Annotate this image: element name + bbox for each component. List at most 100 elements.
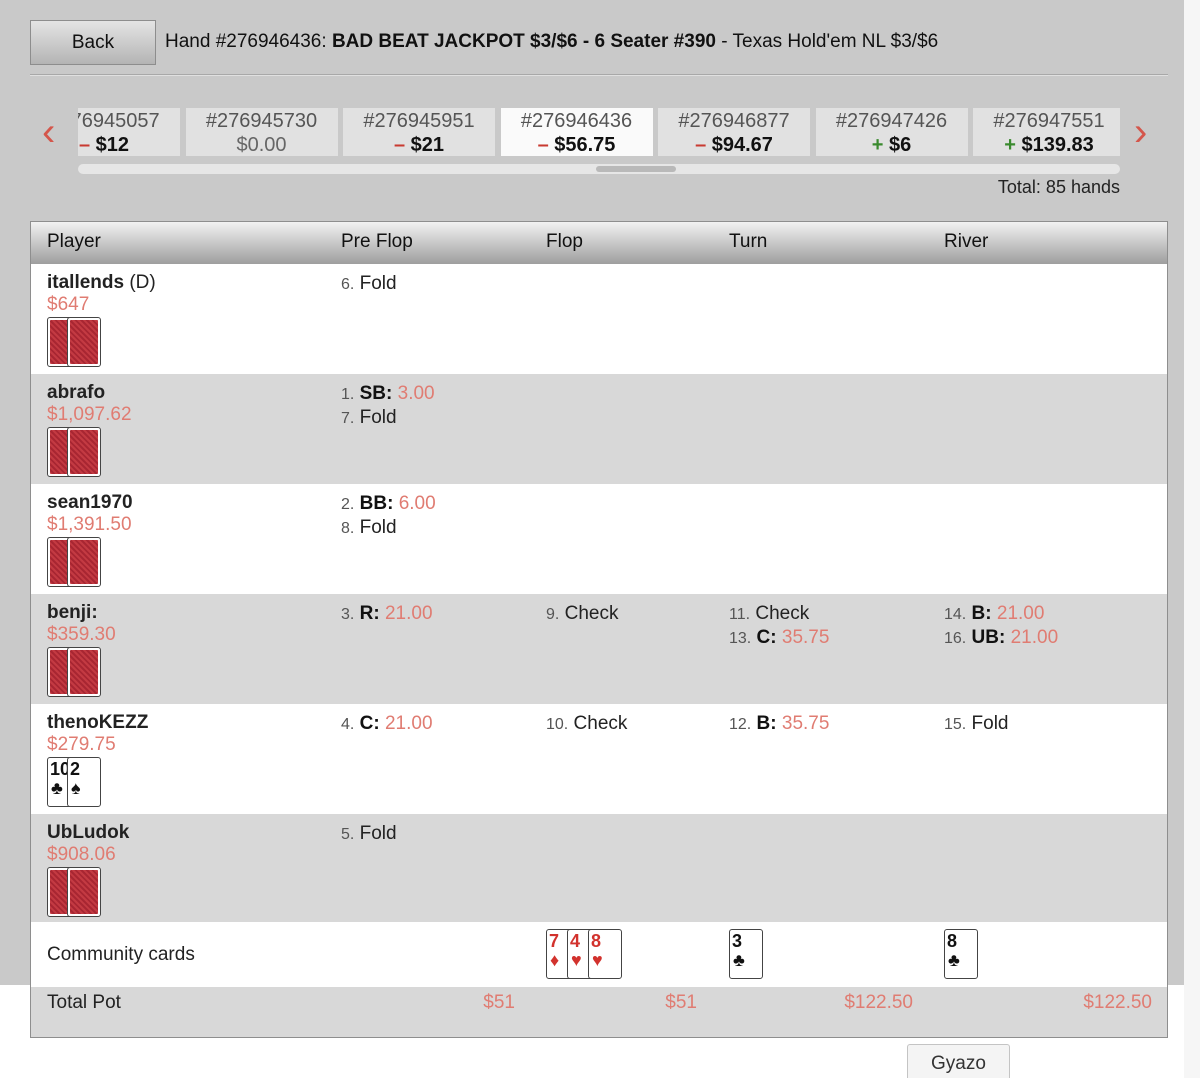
action-type: Fold [359,407,397,428]
action-step: 3. [341,606,355,623]
action-amount: 35.75 [781,713,830,734]
community-label: Community cards [47,944,195,965]
hand-tab[interactable]: #276946877– $94.67 [658,108,810,156]
action-type: Fold [359,823,397,844]
result-sign: – [393,134,406,156]
player-name-text: UbLudok [47,822,130,843]
action-step: 7. [341,410,355,427]
hand-title-table: BAD BEAT JACKPOT $3/$6 - 6 Seater #390 [331,31,716,52]
hand-tab[interactable]: #276945730 $0.00 [185,108,338,156]
action-amount: 21.00 [384,713,433,734]
action-step: 14. [944,606,967,623]
action-list-preflop: 4. C: 21.00 [341,712,433,736]
action-entry: 4. C: 21.00 [341,712,433,736]
hand-strip-scrollbar[interactable] [78,164,1120,174]
action-step: 11. [729,606,751,623]
action-step: 6. [341,276,355,293]
result-amount: $0.00 [236,134,287,156]
hand-number: #276945057 [78,110,160,132]
action-step: 2. [341,496,355,513]
action-amount: 6.00 [398,493,436,514]
action-type: C: [756,627,777,648]
hole-cards [47,317,107,369]
pot-river: $122.50 [1083,992,1152,1013]
card-rank: 8 [947,931,958,951]
next-arrow-icon[interactable]: › [1134,112,1147,152]
action-step: 8. [341,520,355,537]
result-amount: $94.67 [711,134,773,156]
action-entry: 11. Check [729,602,829,626]
pot-flop: $51 [665,992,697,1013]
action-amount: 3.00 [397,383,435,404]
action-entry: 8. Fold [341,516,436,540]
action-list-preflop: 1. SB: 3.00 7. Fold [341,382,435,430]
hand-tab[interactable]: #276945057– $12 [78,108,180,156]
action-step: 12. [729,716,752,733]
action-type: Check [564,603,619,624]
action-type: C: [359,713,380,734]
action-list-flop: 10. Check [546,712,627,736]
action-step: 16. [944,630,967,647]
hand-number: #276947551 [993,110,1105,132]
hand-tab[interactable]: #276947551 + $139.83 [973,108,1120,156]
player-name: itallends (D) [47,272,156,294]
hand-tab[interactable]: #276946436– $56.75 [500,108,653,156]
window-edge [1184,0,1200,1078]
col-turn: Turn [729,231,768,252]
action-type: Fold [971,713,1009,734]
card-rank: 3 [732,931,743,951]
gyazo-button[interactable]: Gyazo [907,1044,1010,1078]
hand-result: – $12 [78,133,180,156]
player-stack: $359.30 [47,624,116,645]
card-suit-icon: ♥ [571,950,582,970]
action-entry: 6. Fold [341,272,397,296]
hand-title-game: - Texas Hold'em NL $3/$6 [721,31,939,52]
hand-title-prefix: Hand #276946436: [165,31,327,52]
action-step: 1. [341,386,355,403]
card-back-icon [67,537,101,587]
back-button[interactable]: Back [30,20,156,65]
action-list-preflop: 3. R: 21.00 [341,602,433,626]
action-entry: 13. C: 35.75 [729,626,829,650]
action-type: B: [971,603,992,624]
table-row: thenoKEZZ $279.75 10 ♣ 2 ♠ 4. C: 21.00 10. Chec… [31,704,1167,814]
card-suit-icon: ♣ [51,778,63,798]
player-name-text: abrafo [47,382,106,403]
hand-number: #276946877 [678,110,790,132]
action-entry: 5. Fold [341,822,397,846]
table-header: Player Pre Flop Flop Turn River [31,222,1167,264]
hole-cards [47,427,107,479]
card-rank: 4 [570,931,581,951]
prev-arrow-icon[interactable]: ‹ [42,112,55,152]
hand-number: #276947426 [835,110,948,132]
hand-tab[interactable]: #276947426 + $6 [815,108,968,156]
card-suit-icon: ♣ [948,950,960,970]
player-name: abrafo [47,382,105,404]
hand-title: Hand #276946436: BAD BEAT JACKPOT $3/$6 … [165,31,938,53]
action-amount: 21.00 [384,603,433,624]
player-name-text: itallends [47,272,125,293]
hand-tab[interactable]: #276945951– $21 [343,108,495,156]
card-suit-icon: ♦ [550,950,560,970]
card-suit-icon: ♣ [733,950,745,970]
action-list-turn: 11. Check 13. C: 35.75 [729,602,829,650]
action-step: 13. [729,630,752,647]
dealer-marker: (D) [129,272,156,293]
scrollbar-thumb[interactable] [596,166,676,172]
total-pot-row: Total Pot $51 $51 $122.50 $122.50 [31,987,1167,1037]
table-row: sean1970 $1,391.50 2. BB: 6.00 8. Fold [31,484,1167,594]
player-name-text: thenoKEZZ [47,712,149,733]
result-sign: – [78,134,91,156]
result-amount: $6 [889,134,912,156]
action-type: Check [755,603,810,624]
action-entry: 2. BB: 6.00 [341,492,436,516]
table-row: itallends (D) $647 6. Fold [31,264,1167,374]
player-stack: $1,097.62 [47,404,132,425]
action-entry: 9. Check [546,602,618,626]
action-entry: 14. B: 21.00 [944,602,1058,626]
action-type: Fold [359,517,397,538]
player-stack: $1,391.50 [47,514,132,535]
action-list-flop: 9. Check [546,602,618,626]
hand-action-table: Player Pre Flop Flop Turn River itallend… [30,221,1168,1038]
card-rank: 7 [549,931,560,951]
